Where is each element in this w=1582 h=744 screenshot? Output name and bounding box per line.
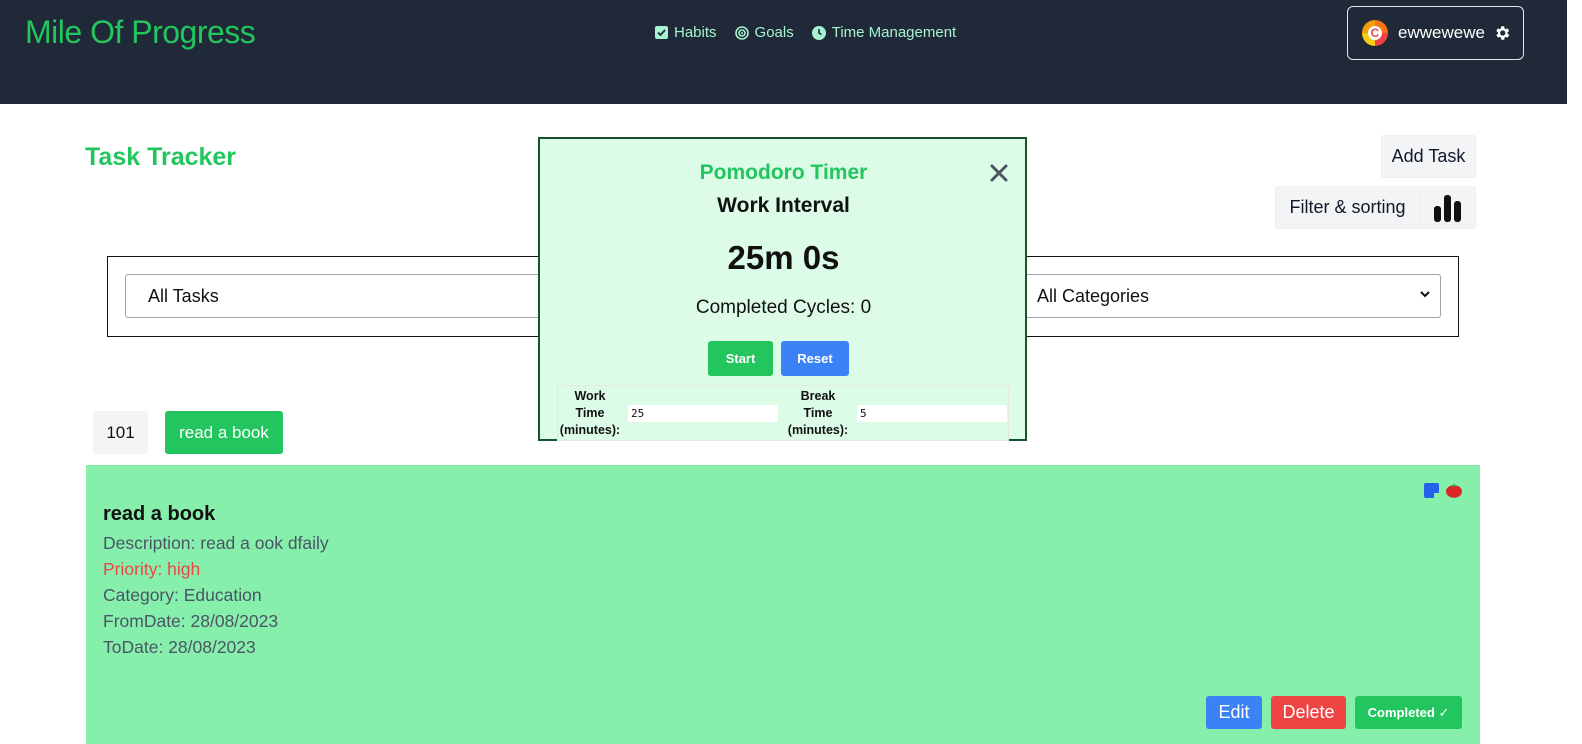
nav-habits-label: Habits	[674, 24, 717, 41]
reset-button[interactable]: Reset	[781, 341, 849, 376]
chevron-down-icon	[1420, 291, 1430, 298]
main-nav: Habits Goals Time Management	[654, 24, 974, 41]
pomodoro-title: Pomodoro Timer	[699, 161, 868, 184]
pomodoro-modal: Pomodoro Timer Work Interval 25m 0s Comp…	[538, 137, 1027, 441]
checkbox-icon	[654, 26, 668, 40]
task-chip[interactable]: read a book	[165, 411, 283, 454]
gear-icon[interactable]	[1493, 24, 1511, 42]
top-navbar: Mile Of Progress Habits Goals Time Manag…	[0, 0, 1567, 104]
category-select-value: All Categories	[1037, 285, 1150, 306]
nav-time-management-label: Time Management	[831, 24, 957, 41]
task-to-date: ToDate: 28/08/2023	[103, 637, 256, 657]
clock-icon	[811, 25, 826, 40]
edit-button[interactable]: Edit	[1206, 696, 1262, 729]
start-button[interactable]: Start	[708, 341, 773, 376]
filter-sorting-button[interactable]: Filter & sorting	[1275, 186, 1420, 229]
status-select[interactable]: All Tasks	[125, 274, 555, 318]
target-icon	[734, 25, 749, 40]
task-count-badge: 101	[93, 411, 148, 454]
task-description: Description: read a ook dfaily	[103, 533, 329, 553]
nav-goals[interactable]: Goals	[734, 24, 794, 41]
add-task-button[interactable]: Add Task	[1381, 135, 1476, 178]
nav-time-management[interactable]: Time Management	[811, 24, 957, 41]
avatar: C	[1362, 20, 1388, 46]
task-from-date: FromDate: 28/08/2023	[103, 611, 279, 631]
interval-label: Work Interval	[717, 194, 850, 217]
brand-logo[interactable]: Mile Of Progress	[25, 14, 256, 51]
timer-display: 25m 0s	[727, 239, 840, 276]
page-title: Task Tracker	[85, 143, 237, 171]
status-select-value: All Tasks	[148, 285, 219, 306]
bar-chart-icon	[1433, 194, 1461, 222]
nav-habits[interactable]: Habits	[654, 24, 717, 41]
close-icon[interactable]	[988, 162, 1010, 184]
tomato-icon[interactable]	[1445, 482, 1463, 498]
timer-settings: Work Time (minutes): 25 Break Time (minu…	[557, 385, 1009, 441]
work-time-input[interactable]: 25	[628, 405, 778, 422]
note-icon[interactable]	[1424, 482, 1439, 498]
completed-button[interactable]: Completed ✓	[1355, 696, 1462, 729]
work-time-label: Work Time (minutes):	[559, 389, 621, 437]
card-icons	[1424, 482, 1463, 498]
break-time-input[interactable]: 5	[857, 405, 1007, 422]
task-priority: Priority: high	[103, 559, 201, 579]
delete-button[interactable]: Delete	[1271, 696, 1346, 729]
page: Mile Of Progress Habits Goals Time Manag…	[0, 0, 1582, 744]
task-title: read a book	[103, 503, 216, 525]
nav-goals-label: Goals	[754, 24, 794, 41]
category-select[interactable]: All Categories	[1008, 274, 1441, 318]
username: ewwewewe	[1398, 23, 1485, 42]
completed-cycles: Completed Cycles: 0	[695, 297, 872, 318]
user-menu[interactable]: C ewwewewe	[1347, 6, 1524, 60]
stats-chart-button[interactable]	[1419, 186, 1476, 229]
break-time-label: Break Time (minutes):	[787, 389, 849, 437]
task-card: read a book Description: read a ook dfai…	[86, 465, 1480, 744]
task-category: Category: Education	[103, 585, 262, 605]
